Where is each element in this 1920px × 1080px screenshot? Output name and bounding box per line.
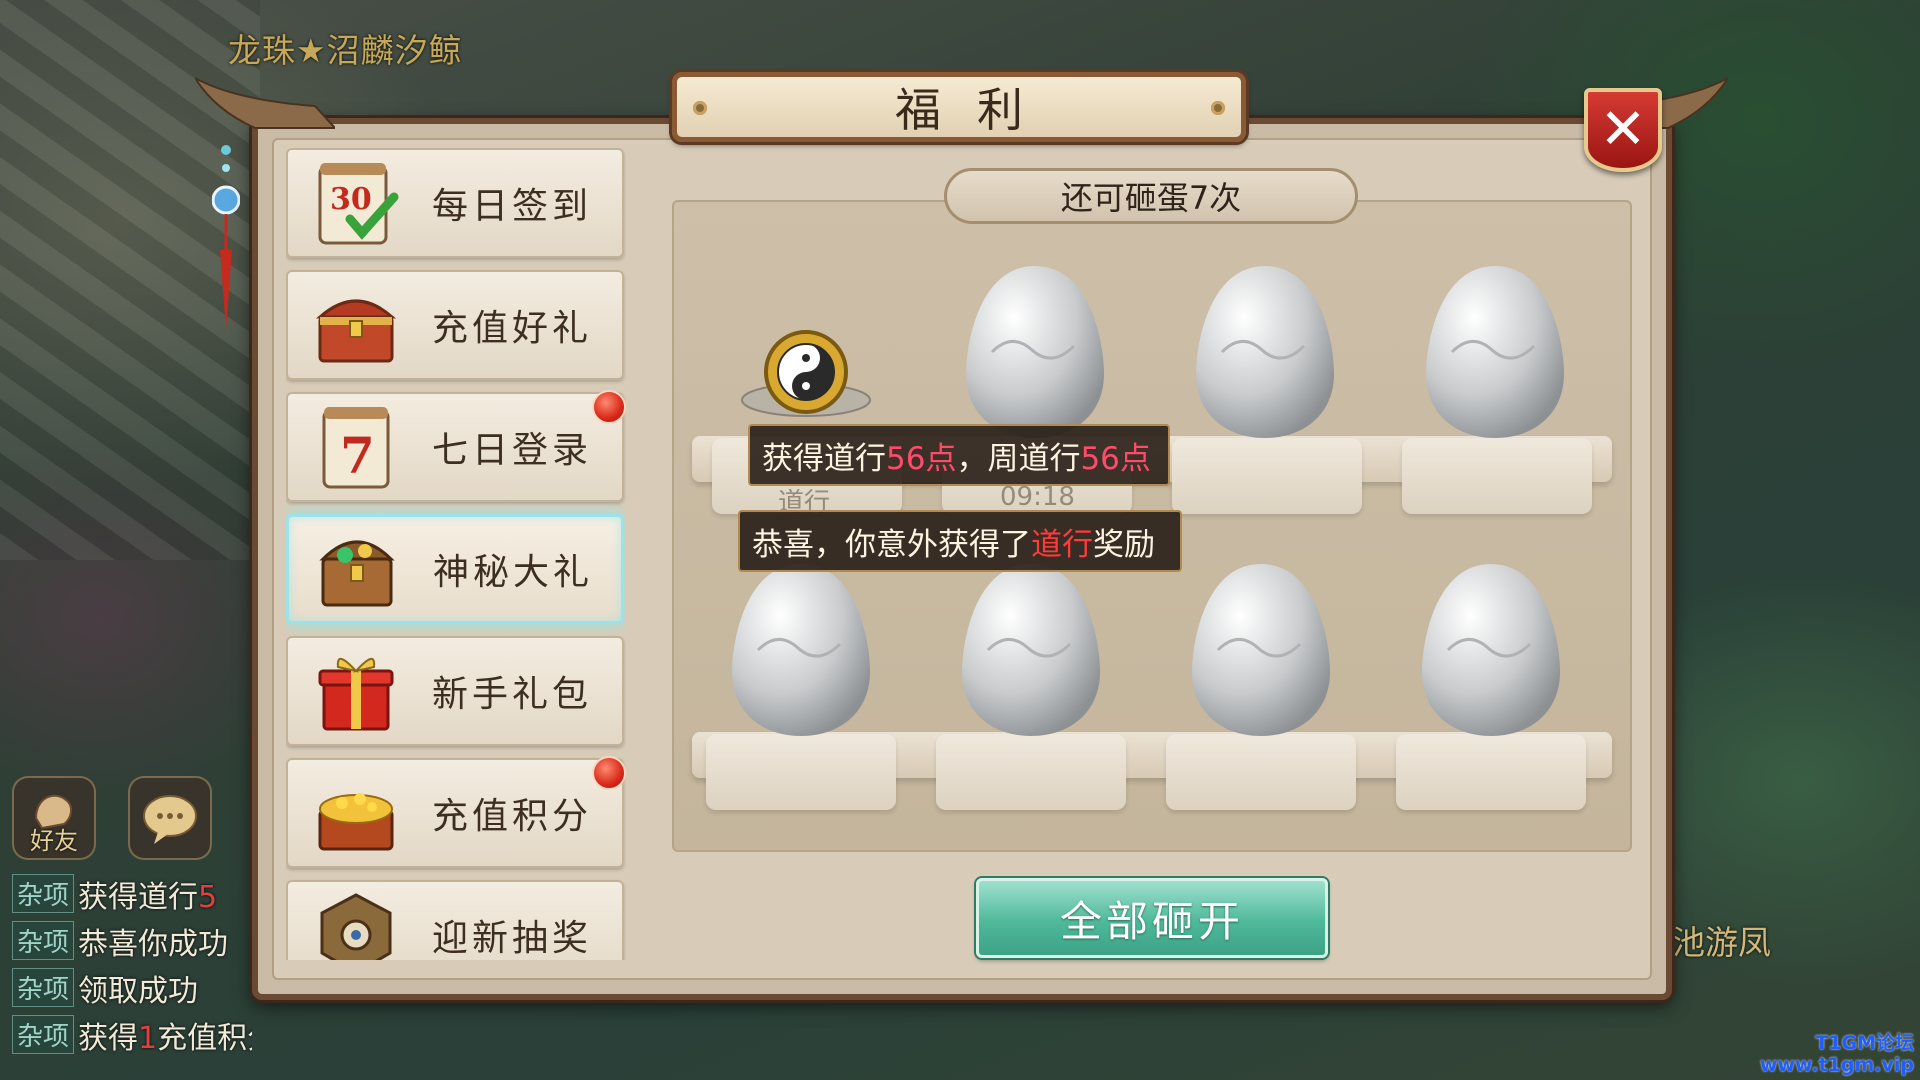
reward-toast: 获得道行 56点 ，周道行 56点 [748,424,1170,486]
friend-button[interactable]: 好友 [12,776,96,860]
chat-text: 获得道行5 [78,879,218,915]
chat-tag: 杂项 [12,921,75,960]
chat-button[interactable] [128,776,212,860]
notification-badge [592,756,626,790]
faded-time-label: 09:18 [1000,482,1075,512]
menu-item-daily-checkin[interactable]: 30 每日签到 [286,148,624,258]
egg-pedestal [1402,438,1592,514]
gold-chest-icon [318,793,394,851]
chat-text: 恭喜你成功 [78,926,229,962]
egg-pedestal [1172,438,1362,514]
friend-label: 好友 [30,827,78,855]
close-icon: ✕ [1599,97,1647,162]
smash-all-label: 全部砸开 [1059,896,1244,946]
calendar-30-icon: 30 [318,163,399,245]
toast-text: 获得道行 [762,440,886,477]
chat-tag: 杂项 [12,874,75,913]
menu-item-newbie-pack[interactable]: 新手礼包 [286,636,624,746]
chat-tag: 杂项 [12,1015,75,1054]
chat-line: 杂项 领取成功 [12,964,252,1011]
egg-button[interactable] [728,560,874,740]
npc-name-label: 池游凤 [1672,923,1771,962]
welfare-menu: 30 每日签到 充值好礼 7 七日登录 神秘大礼 新手礼包 充值积分 迎新抽奖 [286,148,626,960]
toast-highlight: 56点 [886,440,957,477]
menu-label: 七日登录 [432,430,593,471]
panel-title-plaque: 福利 [672,72,1246,142]
gift-box-icon [318,658,394,731]
menu-item-recharge-points[interactable]: 充值积分 [286,756,626,868]
egg-pedestal [1166,734,1356,810]
toast-highlight: 56点 [1080,440,1151,477]
calendar-7-icon: 7 [322,407,390,489]
toast-text: 恭喜，你意外获得了 [752,526,1031,563]
treasure-chest-icon [316,299,396,363]
taiji-coin-reward-icon [741,330,871,417]
svg-text:30: 30 [330,182,372,217]
menu-label: 充值积分 [432,796,593,837]
pendant-ornament-icon [212,145,240,330]
egg-button[interactable] [1188,560,1334,740]
egg-pedestal [1396,734,1586,810]
congrats-toast: 恭喜，你意外获得了 道行 奖励 [738,510,1182,572]
menu-label: 新手礼包 [432,674,593,715]
menu-label: 充值好礼 [432,308,593,349]
watermark: T1GM论坛 www.t1gm.vip [1760,1032,1914,1076]
chat-log: 杂项 获得道行5 杂项 恭喜你成功 杂项 领取成功 杂项 获得1充值积分 [12,870,252,1058]
menu-item-seven-day-login[interactable]: 7 七日登录 [286,390,626,502]
menu-label: 每日签到 [432,186,593,227]
chat-tag: 杂项 [12,968,75,1007]
svg-text:7: 7 [340,426,375,485]
egg-button[interactable] [1418,560,1564,740]
mystery-chest-icon [319,540,395,607]
plaque-stud-right [1211,101,1225,115]
close-button[interactable]: ✕ [1584,88,1662,172]
chat-text: 获得1充值积分 [78,1020,252,1056]
egg-counter-text: 还可砸蛋7次 [1060,179,1242,217]
watermark-line2: www.t1gm.vip [1759,1054,1914,1076]
egg-button[interactable] [958,560,1104,740]
chat-line: 杂项 获得1充值积分 [12,1011,252,1058]
egg-button[interactable] [962,262,1108,442]
egg-button[interactable] [1422,262,1568,442]
menu-label: 神秘大礼 [433,552,594,593]
toast-text: 奖励 [1093,526,1155,563]
toast-highlight: 道行 [1031,526,1093,563]
lottery-wheel-icon [320,893,392,960]
notification-badge [592,390,626,424]
smash-all-button[interactable]: 全部砸开 [976,878,1328,958]
player-name-label: 龙珠★沼麟汐鲸 [228,31,463,70]
chat-line: 杂项 获得道行5 [12,870,252,917]
menu-item-recharge-gift[interactable]: 充值好礼 [286,270,624,380]
egg-button[interactable] [1192,262,1338,442]
chat-line: 杂项 恭喜你成功 [12,917,252,964]
menu-label: 迎新抽奖 [432,918,593,959]
egg-pedestal [706,734,896,810]
menu-item-welcome-lottery[interactable]: 迎新抽奖 [286,880,624,960]
egg-counter-banner: 还可砸蛋7次 [944,168,1358,224]
egg-pedestal [936,734,1126,810]
menu-item-mystery-gift[interactable]: 神秘大礼 [286,514,624,624]
toast-text: ，周道行 [956,440,1081,477]
plaque-stud-left [693,101,707,115]
chat-text: 领取成功 [78,973,199,1009]
panel-title: 福利 [895,83,1059,137]
chat-bubble-icon [143,795,197,844]
watermark-line1: T1GM论坛 [1815,1032,1914,1054]
roof-corner-left-ornament [195,76,335,129]
